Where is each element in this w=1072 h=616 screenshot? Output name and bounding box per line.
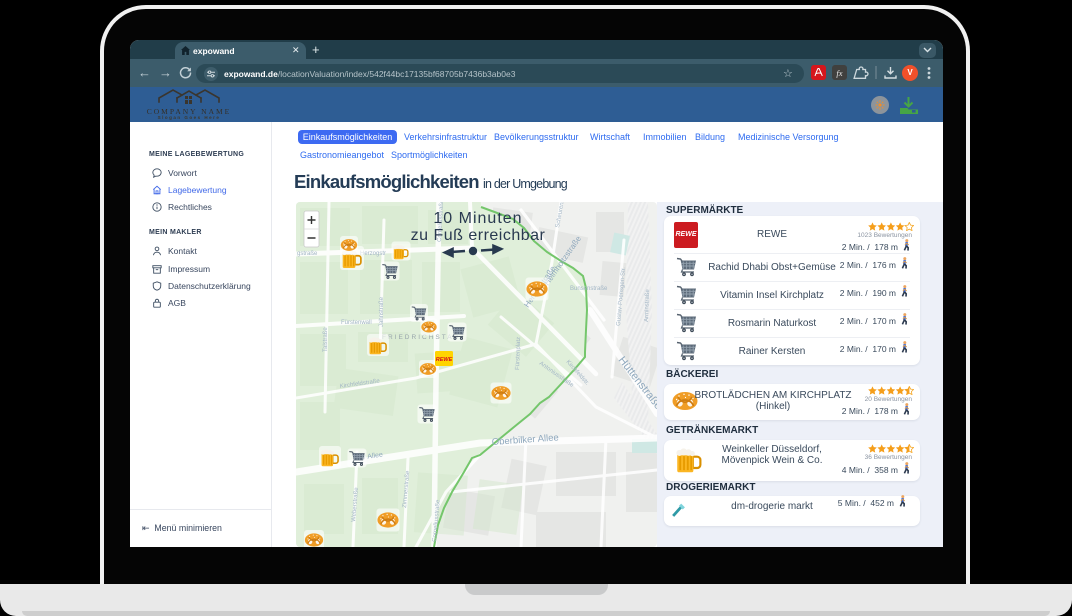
svg-text:zu Fuß erreichbar: zu Fuß erreichbar	[411, 227, 546, 244]
svg-text:Fürstenwall: Fürstenwall	[341, 320, 372, 326]
svg-text:fx: fx	[836, 68, 842, 78]
svg-text:10 Minuten: 10 Minuten	[433, 210, 522, 227]
svg-text:Fürstenplatz: Fürstenplatz	[515, 337, 522, 370]
svg-text:Bunsenstraße: Bunsenstraße	[570, 286, 608, 292]
svg-text:Arminstraße: Arminstraße	[644, 289, 651, 323]
svg-text:Talstraße: Talstraße	[323, 327, 329, 352]
svg-text:REWE: REWE	[436, 357, 453, 363]
svg-text:Jahnstraße: Jahnstraße	[379, 296, 385, 327]
svg-text:gstraße: gstraße	[297, 251, 318, 257]
